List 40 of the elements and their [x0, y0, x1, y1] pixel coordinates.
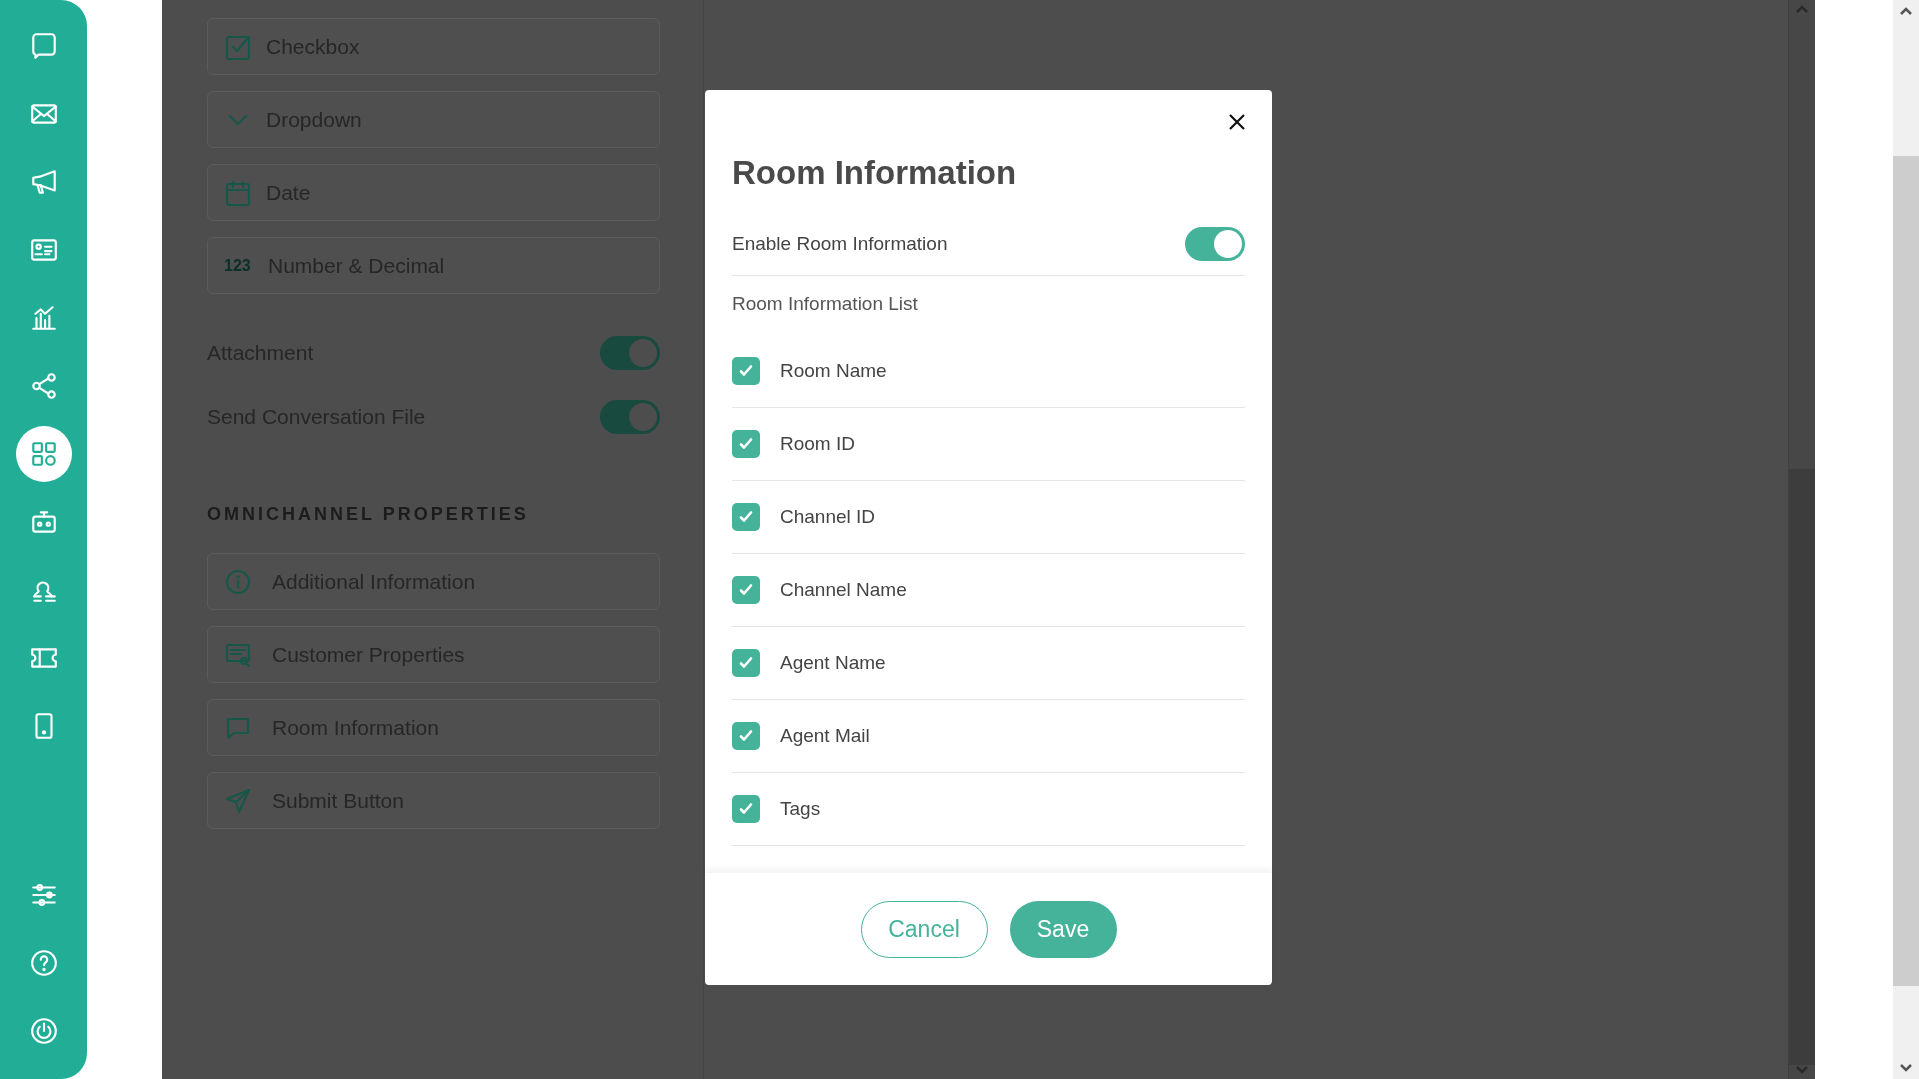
checkmark-icon: [738, 509, 754, 525]
enable-label: Enable Room Information: [732, 231, 948, 256]
checkmark-icon: [738, 728, 754, 744]
checkbox[interactable]: [732, 795, 760, 823]
checkbox[interactable]: [732, 576, 760, 604]
checkbox-label: Agent Name: [780, 650, 886, 675]
checkbox[interactable]: [732, 722, 760, 750]
checkbox-label: Channel ID: [780, 504, 876, 529]
checkbox-label: Tags: [780, 796, 821, 821]
scroll-down-icon[interactable]: [1899, 1063, 1913, 1073]
checkbox-label: Room ID: [780, 431, 855, 456]
scrollbar-thumb[interactable]: [1789, 469, 1815, 1065]
toggle-switch[interactable]: [600, 400, 660, 434]
power-icon: [28, 1016, 59, 1046]
checkmark-icon: [738, 436, 754, 452]
checkmark-icon: [738, 655, 754, 671]
checkbox[interactable]: [732, 503, 760, 531]
help-icon: [28, 948, 59, 978]
checkbox-label: Channel Name: [780, 577, 907, 602]
scrollbar-thumb[interactable]: [1893, 156, 1919, 986]
checkbox[interactable]: [732, 649, 760, 677]
page-scrollbar[interactable]: [1893, 0, 1919, 1079]
calendar-icon: [224, 178, 252, 207]
modal-title: Room Information: [732, 153, 1018, 193]
toggle-switch[interactable]: [1185, 227, 1245, 261]
checkbox-label: Room Name: [780, 358, 887, 383]
scroll-up-icon[interactable]: [1899, 6, 1913, 16]
checkbox[interactable]: [732, 430, 760, 458]
checkmark-icon: [738, 582, 754, 598]
checkbox-label: Agent Mail: [780, 723, 870, 748]
toggle-switch[interactable]: [600, 336, 660, 370]
checkmark-icon: [738, 363, 754, 379]
checkbox[interactable]: [732, 357, 760, 385]
list-label: Room Information List: [732, 291, 919, 316]
scrollbar[interactable]: [1788, 0, 1815, 1079]
checkmark-icon: [738, 801, 754, 817]
send-icon: [224, 786, 252, 815]
number-icon-text: 123: [224, 255, 252, 276]
save-button[interactable]: Save: [1009, 900, 1117, 958]
info-icon: [224, 567, 252, 596]
